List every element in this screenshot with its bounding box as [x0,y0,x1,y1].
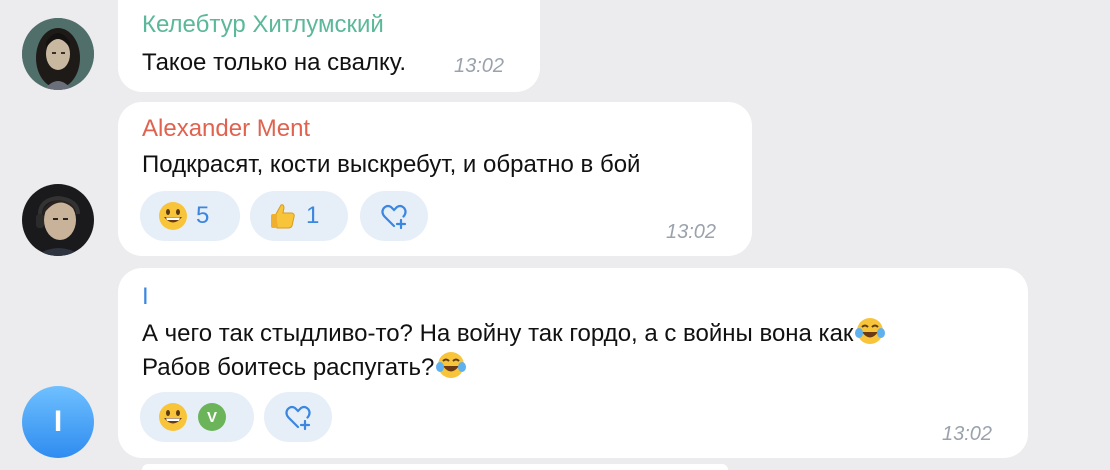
message-bubble[interactable]: Alexander Ment Подкрасят, кости выскребу… [118,102,752,256]
message-time: 13:02 [942,423,993,445]
avatar[interactable] [22,184,94,256]
message-text: Рабов боитесь распугать? [142,350,467,385]
reaction-count: 1 [306,202,320,229]
message-bubble[interactable]: Келебтур Хитлумский Такое только на свал… [118,0,540,92]
thumbs-up-icon [271,204,295,229]
avatar[interactable]: I [22,386,94,458]
tears-of-joy-icon [855,318,886,344]
message-1: Келебтур Хитлумский Такое только на свал… [0,0,1110,100]
reactor-avatar[interactable]: V [198,403,226,431]
grinning-face-icon [159,403,187,431]
message-text-line-1: А чего так стыдливо-то? На войну так гор… [142,320,854,347]
sender-name[interactable]: Alexander Ment [142,114,310,144]
message-3: I I А чего так стыдливо-то? На войну так… [0,266,1110,466]
message-text: А чего так стыдливо-то? На войну так гор… [142,316,886,351]
message-text: Такое только на свалку. [142,49,407,76]
reaction-grinning[interactable]: V [140,392,254,442]
add-reaction-button[interactable] [264,392,332,442]
message-time: 13:02 [454,55,505,77]
tears-of-joy-icon [436,352,467,378]
grinning-face-icon [159,202,187,230]
message-bubble[interactable]: I А чего так стыдливо-то? На войну так г… [118,268,1028,458]
message-2: Alexander Ment Подкрасят, кости выскребу… [0,100,1110,260]
add-reaction-button[interactable] [360,191,428,241]
heart-plus-icon [381,204,407,229]
avatar[interactable] [22,18,94,90]
message-text: Подкрасят, кости выскребут, и обратно в … [142,151,641,178]
avatar-portrait-image [22,18,94,90]
reaction-count: 5 [196,202,210,229]
sender-name[interactable]: Келебтур Хитлумский [142,10,384,40]
reaction-grinning[interactable]: 5 [140,191,240,241]
heart-plus-icon [285,405,311,430]
reaction-thumbs-up[interactable]: 1 [250,191,348,241]
message-text-line-2: Рабов боитесь распугать? [142,354,435,381]
message-time: 13:02 [666,221,717,243]
avatar-portrait-image [22,184,94,256]
reactor-avatar-letter: V [206,408,217,426]
sender-name[interactable]: I [142,282,149,312]
next-message-bubble-edge [142,464,728,470]
avatar-letter: I [53,405,63,438]
